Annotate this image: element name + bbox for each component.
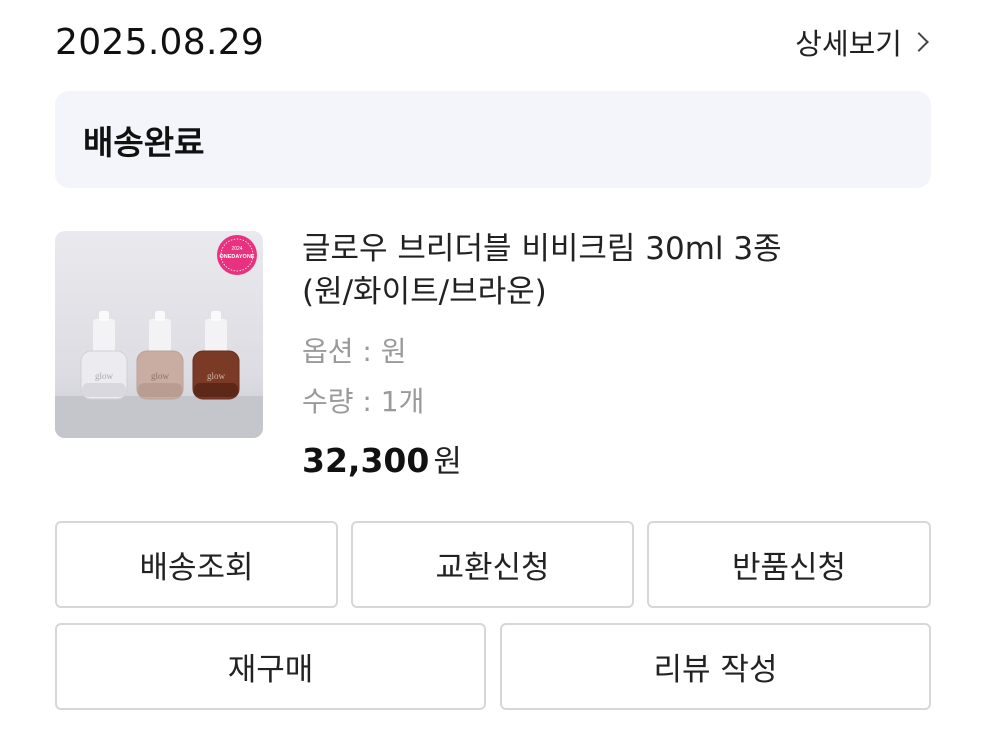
product-price: 32,300 원 [302, 436, 932, 481]
price-value: 32,300 [302, 441, 430, 480]
product-image[interactable]: 2024 ONEDAYONE glow glow glow [55, 231, 263, 438]
product-name-line2: (원/화이트/브라운) [302, 274, 547, 310]
track-shipping-button[interactable]: 배송조회 [55, 521, 338, 608]
view-details-link[interactable]: 상세보기 [795, 21, 932, 63]
product-name[interactable]: 글로우 브리더블 비비크림 30ml 3종 (원/화이트/브라운) [302, 228, 932, 314]
badge-logo-text: ONEDAYONE [220, 254, 255, 260]
product-quantity: 수량 : 1개 [302, 385, 425, 418]
return-request-button[interactable]: 반품신청 [647, 521, 931, 608]
order-date: 2025.08.29 [55, 21, 265, 63]
product-name-line1: 글로우 브리더블 비비크림 30ml 3종 [302, 231, 782, 267]
bottle-label-brown: glow [207, 371, 226, 381]
view-details-label: 상세보기 [795, 27, 902, 61]
price-currency: 원 [433, 444, 462, 480]
product-photo-illustration: 2024 ONEDAYONE glow glow glow [55, 235, 263, 438]
write-review-button[interactable]: 리뷰 작성 [500, 623, 931, 710]
exchange-request-button[interactable]: 교환신청 [351, 521, 634, 608]
order-header: 2025.08.29 상세보기 [55, 18, 932, 66]
delivery-status-banner: 배송완료 [55, 91, 931, 188]
product-option: 옵션 : 원 [302, 335, 407, 368]
chevron-right-icon [909, 32, 929, 52]
svg-text:2024: 2024 [231, 246, 242, 252]
bottle-label-white: glow [95, 371, 114, 381]
delivery-status-text: 배송완료 [83, 122, 205, 162]
product-info: 글로우 브리더블 비비크림 30ml 3종 (원/화이트/브라운) 옵션 : 원… [302, 228, 932, 481]
reorder-button[interactable]: 재구매 [55, 623, 486, 710]
bottle-label-beige: glow [151, 371, 170, 381]
